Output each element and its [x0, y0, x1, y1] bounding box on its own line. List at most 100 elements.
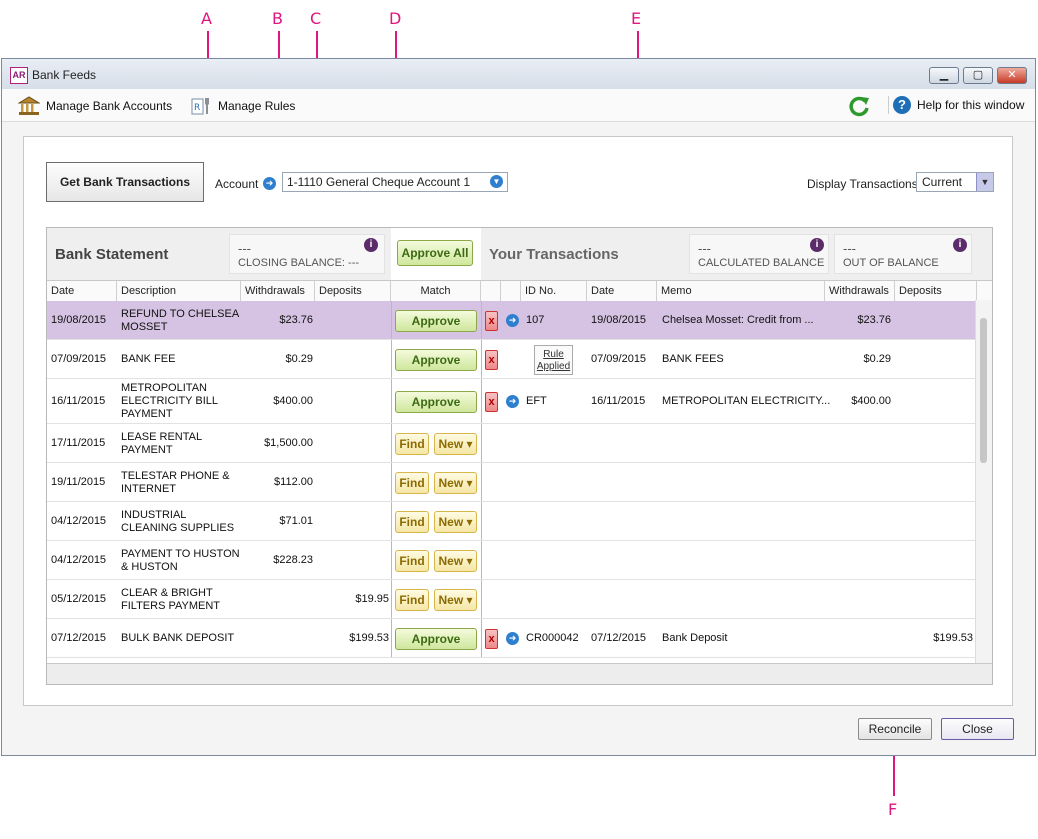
callout-e: E: [631, 9, 642, 28]
approve-button[interactable]: Approve: [395, 349, 477, 371]
table-row[interactable]: 17/11/2015 LEASE RENTAL PAYMENT $1,500.00 F…: [47, 424, 977, 463]
callout-f: F: [888, 800, 898, 819]
closing-balance-label: CLOSING BALANCE: ---: [238, 257, 360, 269]
row-description: METROPOLITAN ELECTRICITY BILL PAYMENT: [121, 382, 218, 420]
row-date: 16/11/2015: [51, 395, 106, 407]
row-date: 17/11/2015: [51, 437, 106, 449]
unmatch-x-button[interactable]: x: [485, 311, 498, 331]
find-button[interactable]: Find: [395, 511, 429, 533]
col-date[interactable]: Date: [47, 281, 117, 301]
info-icon[interactable]: i: [953, 238, 967, 252]
row-withdrawal: $0.29: [285, 353, 313, 365]
window-close-button[interactable]: ✕: [997, 67, 1027, 84]
go-to-transaction-arrow-icon[interactable]: ➜: [506, 314, 519, 327]
maximize-button[interactable]: ▢: [963, 67, 993, 84]
col-withdrawals2[interactable]: Withdrawals: [825, 281, 895, 301]
title-bar[interactable]: AR Bank Feeds ▁ ▢ ✕: [2, 59, 1035, 89]
row-deposit: $199.53: [349, 632, 389, 644]
svg-text:R: R: [194, 103, 200, 113]
column-divider: [481, 301, 482, 339]
column-divider: [481, 424, 482, 462]
row-withdrawal: $400.00: [273, 395, 313, 407]
col-deposits2[interactable]: Deposits: [895, 281, 977, 301]
row-withdrawal: $23.76: [279, 314, 313, 326]
find-button[interactable]: Find: [395, 589, 429, 611]
row-description: CLEAR & BRIGHT FILTERS PAYMENT: [121, 587, 221, 612]
account-label: Account: [215, 177, 259, 191]
rule-applied-badge[interactable]: Rule Applied: [534, 345, 573, 375]
col-id-no[interactable]: ID No.: [521, 281, 587, 301]
new-dropdown-button[interactable]: New ▾: [434, 589, 477, 611]
new-dropdown-button[interactable]: New ▾: [434, 511, 477, 533]
info-icon[interactable]: i: [810, 238, 824, 252]
close-button[interactable]: Close: [941, 718, 1014, 740]
col-withdrawals[interactable]: Withdrawals: [241, 281, 315, 301]
col-arrow: [501, 281, 521, 301]
find-button[interactable]: Find: [395, 433, 429, 455]
row-date: 05/12/2015: [51, 593, 107, 605]
manage-bank-accounts-button[interactable]: Manage Bank Accounts: [18, 96, 172, 116]
column-divider: [391, 424, 392, 462]
help-button[interactable]: ? Help for this window: [888, 96, 1024, 114]
find-button[interactable]: Find: [395, 550, 429, 572]
table-row[interactable]: 07/12/2015 BULK BANK DEPOSIT $199.53 Approv…: [47, 619, 977, 658]
new-dropdown-button[interactable]: New ▾: [434, 472, 477, 494]
unmatch-x-button[interactable]: x: [485, 350, 498, 370]
approve-all-button[interactable]: Approve All: [397, 240, 473, 266]
approve-button[interactable]: Approve: [395, 628, 477, 650]
out-of-balance-box: --- OUT OF BALANCE i: [834, 234, 972, 274]
column-divider: [481, 340, 482, 378]
table-row[interactable]: 04/12/2015 PAYMENT TO HUSTON & HUSTON $228…: [47, 541, 977, 580]
col-match[interactable]: Match: [391, 281, 481, 301]
refresh-icon[interactable]: [848, 95, 870, 117]
new-dropdown-button[interactable]: New ▾: [434, 433, 477, 455]
txn-withdrawal: $0.29: [863, 353, 891, 365]
get-bank-transactions-button[interactable]: Get Bank Transactions: [46, 162, 204, 202]
go-to-transaction-arrow-icon[interactable]: ➜: [506, 632, 519, 645]
go-to-transaction-arrow-icon[interactable]: ➜: [506, 395, 519, 408]
unmatch-x-button[interactable]: x: [485, 392, 498, 412]
minimize-button[interactable]: ▁: [929, 67, 959, 84]
chevron-down-icon[interactable]: ▼: [490, 175, 503, 188]
bank-feeds-window: AR Bank Feeds ▁ ▢ ✕ Manage Bank Accounts…: [1, 58, 1036, 756]
display-transactions-label: Display Transactions:: [807, 177, 922, 191]
table-row[interactable]: 19/11/2015 TELESTAR PHONE & INTERNET $112.…: [47, 463, 977, 502]
manage-bank-accounts-label: Manage Bank Accounts: [46, 99, 173, 113]
transactions-grid: Bank Statement --- CLOSING BALANCE: --- …: [46, 227, 993, 685]
column-divider: [481, 463, 482, 501]
txn-id: 107: [526, 314, 545, 326]
approve-button[interactable]: Approve: [395, 391, 477, 413]
display-transactions-select[interactable]: Current ▼: [916, 172, 994, 192]
approve-button[interactable]: Approve: [395, 310, 477, 332]
account-select[interactable]: 1-1110 General Cheque Account 1 ▼: [282, 172, 508, 192]
table-row[interactable]: 04/12/2015 INDUSTRIAL CLEANING SUPPLIES $7…: [47, 502, 977, 541]
row-description: REFUND TO CHELSEA MOSSET: [121, 308, 239, 333]
col-description[interactable]: Description: [117, 281, 241, 301]
chevron-down-icon[interactable]: ▼: [976, 173, 993, 191]
col-deposits[interactable]: Deposits: [315, 281, 391, 301]
new-dropdown-button[interactable]: New ▾: [434, 550, 477, 572]
table-row[interactable]: 19/08/2015 REFUND TO CHELSEA MOSSET $23.76…: [47, 301, 977, 340]
manage-rules-button[interactable]: R Manage Rules: [190, 96, 295, 116]
main-panel: Get Bank Transactions Account ➜ 1-1110 G…: [23, 136, 1013, 706]
table-row[interactable]: 07/09/2015 BANK FEE $0.29 Approve x Rule Appl…: [47, 340, 977, 379]
calculated-balance-value: ---: [698, 241, 711, 256]
txn-memo: METROPOLITAN ELECTRICITY...: [662, 395, 831, 407]
table-row[interactable]: 05/12/2015 CLEAR & BRIGHT FILTERS PAYMENT…: [47, 580, 977, 619]
manage-rules-label: Manage Rules: [218, 99, 296, 113]
find-button[interactable]: Find: [395, 472, 429, 494]
col-memo[interactable]: Memo: [657, 281, 825, 301]
bank-building-icon: [18, 96, 40, 115]
table-row[interactable]: 16/11/2015 METROPOLITAN ELECTRICITY BILL …: [47, 379, 977, 424]
column-divider: [391, 541, 392, 579]
info-icon[interactable]: i: [364, 238, 378, 252]
scrollbar-thumb[interactable]: [980, 318, 987, 463]
vertical-scrollbar[interactable]: [975, 300, 992, 666]
help-icon: ?: [893, 96, 911, 114]
col-date2[interactable]: Date: [587, 281, 657, 301]
unmatch-x-button[interactable]: x: [485, 629, 498, 649]
reconcile-button[interactable]: Reconcile: [858, 718, 932, 740]
account-arrow-icon[interactable]: ➜: [263, 177, 276, 190]
column-divider: [391, 580, 392, 618]
column-divider: [481, 502, 482, 540]
